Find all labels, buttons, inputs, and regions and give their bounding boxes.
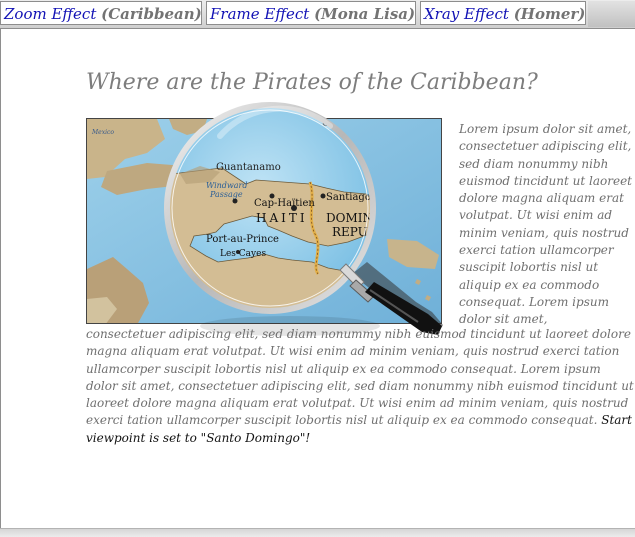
tab-bar: Zoom Effect (Caribbean) Frame Effect (Mo… — [0, 0, 635, 29]
tab-xray-effect-subject[interactable]: (Homer) — [514, 5, 586, 23]
map-label-great-inagua: Great Inagua — [237, 124, 278, 131]
page-title: Where are the Pirates of the Caribbean? — [86, 70, 538, 95]
tab-xray-effect[interactable]: Xray Effect (Homer) — [420, 1, 586, 25]
tab-frame-effect-label[interactable]: Frame Effect — [210, 5, 309, 23]
intro-paragraph: Lorem ipsum dolor sit amet, consectetuer… — [459, 122, 632, 327]
body-paragraph-text: consectetuer adipiscing elit, sed diam n… — [86, 327, 634, 428]
tab-zoom-effect-subject[interactable]: (Caribbean) — [101, 5, 202, 23]
caribbean-map[interactable]: Mexico Great Inagua — [86, 118, 442, 324]
frame-border — [0, 28, 1, 528]
tab-zoom-effect-label[interactable]: Zoom Effect — [4, 5, 96, 23]
body-paragraph: consectetuer adipiscing elit, sed diam n… — [86, 326, 634, 447]
map-graphic: Mexico Great Inagua — [87, 119, 441, 323]
tab-xray-effect-label[interactable]: Xray Effect — [424, 5, 509, 23]
map-label-mexico: Mexico — [91, 129, 114, 136]
tab-bar-filler — [588, 1, 635, 27]
tab-frame-effect-subject[interactable]: (Mona Lisa) — [314, 5, 415, 23]
tab-frame-effect[interactable]: Frame Effect (Mona Lisa) — [206, 1, 416, 25]
tab-zoom-effect[interactable]: Zoom Effect (Caribbean) — [0, 1, 202, 25]
